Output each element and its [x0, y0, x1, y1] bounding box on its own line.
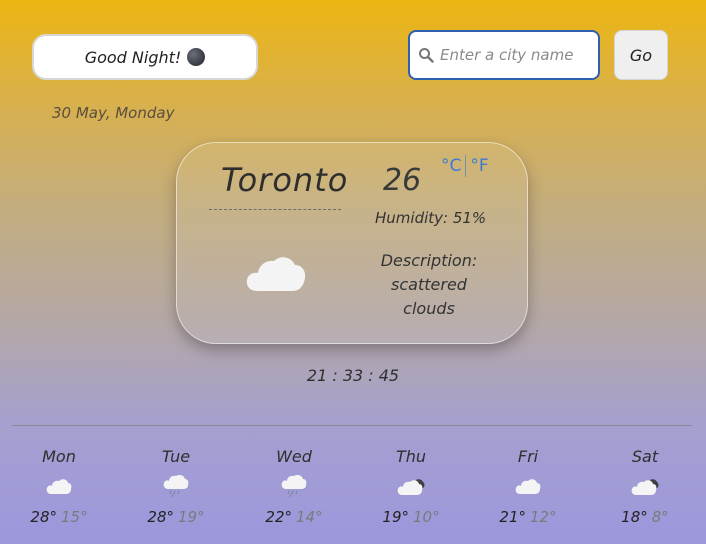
low-temp: 14°	[296, 508, 323, 526]
fahrenheit-toggle[interactable]: °F	[470, 156, 488, 176]
cloud-icon	[14, 470, 104, 502]
high-temp: 22°	[265, 508, 292, 526]
day-name: Thu	[395, 447, 427, 466]
weather-card: Toronto 26 °C °F Humidity: 51% Descripti…	[176, 142, 528, 344]
broken-clouds-icon	[366, 470, 456, 502]
current-temperature: 26	[383, 163, 422, 198]
high-temp: 21°	[499, 508, 526, 526]
city-name: Toronto	[221, 161, 349, 199]
city-search-input[interactable]	[440, 46, 590, 64]
forecast-day: Tue 28° 19°	[131, 444, 221, 526]
low-temp: 19°	[178, 508, 205, 526]
search-box[interactable]	[408, 30, 600, 80]
day-name: Sat	[631, 447, 659, 466]
low-temp: 15°	[61, 508, 88, 526]
description-label: Description:	[380, 251, 478, 270]
description-value: scattered clouds	[391, 275, 467, 318]
unit-toggle: °C °F	[441, 155, 489, 177]
high-temp: 28°	[147, 508, 174, 526]
go-button[interactable]: Go	[614, 30, 668, 80]
greeting-badge: Good Night!	[32, 34, 258, 80]
cloud-icon	[483, 470, 573, 502]
broken-clouds-icon	[600, 470, 690, 502]
day-name: Mon	[42, 447, 76, 466]
high-temp: 28°	[30, 508, 57, 526]
humidity: Humidity: 51%	[375, 209, 487, 227]
low-temp: 10°	[413, 508, 440, 526]
low-temp: 8°	[651, 508, 669, 526]
forecast-day: Thu 19° 10°	[366, 444, 456, 526]
day-name: Tue	[161, 447, 191, 466]
new-moon-icon	[187, 48, 206, 66]
forecast-day: Sat 18° 8°	[600, 444, 690, 526]
day-name: Wed	[276, 447, 312, 466]
forecast-day: Fri 21° 12°	[483, 444, 573, 526]
greeting-text: Good Night!	[84, 47, 182, 67]
rain-icon	[249, 470, 339, 502]
forecast-row: Mon 28° 15° Tue 28° 19° Wed 22° 14° Thu …	[0, 444, 706, 544]
low-temp: 12°	[530, 508, 557, 526]
high-temp: 19°	[382, 508, 409, 526]
search-icon	[419, 48, 434, 63]
rain-icon	[131, 470, 221, 502]
weather-description: Description: scattered clouds	[363, 249, 495, 321]
clock: 21 : 33 : 45	[306, 366, 400, 385]
forecast-divider	[12, 425, 692, 426]
celsius-toggle[interactable]: °C	[441, 156, 461, 176]
current-date: 30 May, Monday	[52, 104, 175, 122]
city-underline	[209, 209, 341, 210]
high-temp: 18°	[621, 508, 648, 526]
unit-separator	[465, 155, 467, 177]
forecast-day: Wed 22° 14°	[249, 444, 339, 526]
cloud-icon	[245, 251, 307, 297]
day-name: Fri	[517, 447, 539, 466]
forecast-day: Mon 28° 15°	[14, 444, 104, 526]
